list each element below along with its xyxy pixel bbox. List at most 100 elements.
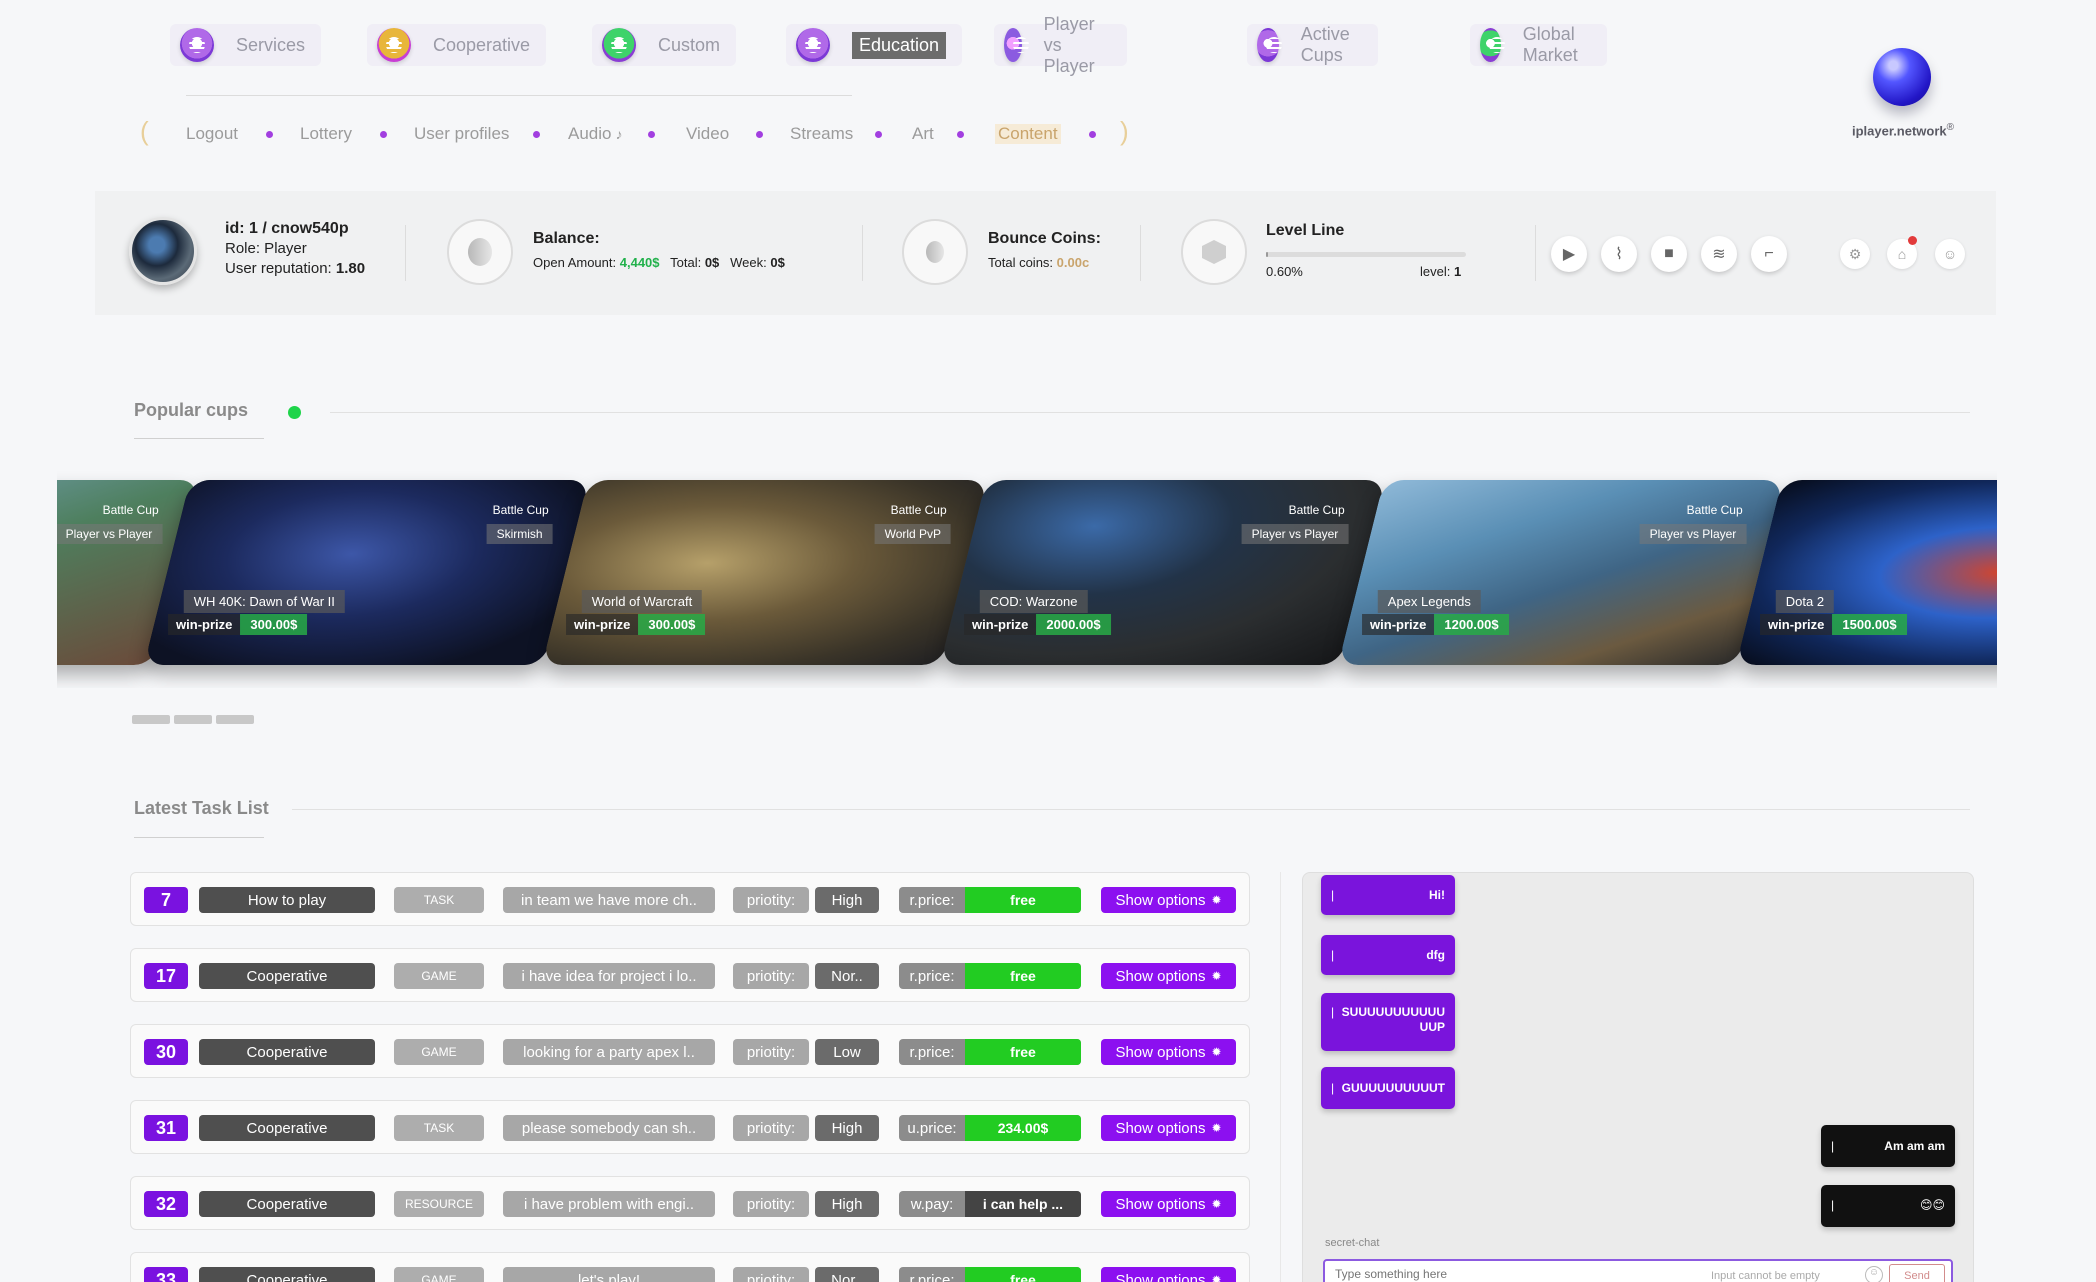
users-icon[interactable]: ☺ — [1935, 239, 1965, 269]
show-options-button[interactable]: Show options ✹ — [1101, 1039, 1236, 1065]
table-row[interactable]: 32 Cooperative RESOURCE i have problem w… — [130, 1176, 1250, 1230]
avatar[interactable] — [129, 217, 197, 285]
cup-card[interactable]: Battle Cup Player vs Player Apex Legends… — [1337, 480, 1785, 665]
site-logo[interactable]: iplayer.network® — [1852, 40, 1954, 139]
message-cursor: | — [1831, 1139, 1835, 1153]
priority-value: Nor.. — [815, 1267, 879, 1282]
send-button[interactable]: Send — [1889, 1264, 1945, 1282]
education-icon — [796, 28, 830, 62]
nav-services[interactable]: Services — [170, 24, 322, 66]
task-category: Cooperative — [199, 1039, 375, 1065]
stop-icon[interactable]: ■ — [1651, 236, 1687, 272]
subnav-content[interactable]: Content — [995, 124, 1061, 144]
cup-type: Battle Cup — [890, 503, 947, 517]
gear-icon: ✹ — [1211, 969, 1222, 983]
table-row[interactable]: 33 Cooperative GAME let's play! priotity… — [130, 1252, 1250, 1282]
subnav-logout[interactable]: Logout — [186, 124, 238, 144]
task-price: r.price: free — [899, 1039, 1081, 1065]
task-price: r.price: free — [899, 1267, 1081, 1282]
emoji-icon[interactable]: ☺ — [1865, 1266, 1883, 1282]
nav-education[interactable]: Education — [786, 24, 963, 66]
level-title: Level Line — [1266, 222, 1345, 239]
chat-input[interactable] — [1335, 1267, 1675, 1281]
nav-label: Active Cups — [1300, 24, 1350, 65]
pulse-icon[interactable]: ⌇ — [1601, 236, 1637, 272]
task-list-title: Latest Task List — [134, 798, 269, 818]
cup-type: Battle Cup — [1686, 503, 1743, 517]
level-progress-bar — [1266, 252, 1466, 257]
table-row[interactable]: 30 Cooperative GAME looking for a party … — [130, 1024, 1250, 1078]
options-label: Show options — [1115, 1271, 1206, 1282]
task-price: w.pay: i can help ... — [899, 1191, 1081, 1217]
nav-cooperative[interactable]: Cooperative — [367, 24, 547, 66]
message-text: SUUUUUUUUUUUUUP — [1341, 1005, 1445, 1034]
prize-value: 2000.00$ — [1036, 614, 1111, 635]
separator-dot — [266, 131, 273, 138]
cup-card[interactable]: Battle Cup Player vs Player COD: Warzone… — [939, 480, 1387, 665]
cup-game: WH 40K: Dawn of War II — [183, 590, 345, 613]
show-options-button[interactable]: Show options ✹ — [1101, 1191, 1236, 1217]
pager-dot[interactable] — [174, 715, 212, 724]
nav-active-cups[interactable]: Active Cups — [1247, 24, 1379, 66]
separator-dot — [380, 131, 387, 138]
table-row[interactable]: 17 Cooperative GAME i have idea for proj… — [130, 948, 1250, 1002]
task-number: 33 — [144, 1267, 188, 1282]
bracket-close: ) — [1120, 116, 1129, 146]
cup-card[interactable]: Battle Cup Skirmish WH 40K: Dawn of War … — [143, 480, 591, 665]
options-label: Show options — [1115, 1043, 1206, 1061]
nav-global-market[interactable]: Global Market — [1470, 24, 1607, 66]
bounce-coin-icon — [902, 219, 968, 285]
prize-value: 300.00$ — [240, 614, 308, 635]
table-row[interactable]: 7 How to play TASK in team we have more … — [130, 872, 1250, 926]
cup-card[interactable]: Battle Cup World PvP World of Warcraft w… — [541, 480, 989, 665]
coins-icon[interactable]: ≋ — [1701, 236, 1737, 272]
cup-mode: Player vs Player — [1639, 524, 1747, 544]
cup-card[interactable]: Dota 2 win-prize 1500.00$ — [1735, 480, 1997, 665]
total-coins-label: Total coins: — [988, 255, 1054, 270]
logo-text: iplayer.network — [1852, 123, 1947, 139]
task-description: i have idea for project i lo.. — [503, 963, 715, 989]
cup-game: Apex Legends — [1377, 590, 1481, 613]
priority-value: High — [815, 1115, 879, 1141]
priority-label: priotity: — [733, 1191, 809, 1217]
gun-icon[interactable]: ⌐ — [1751, 236, 1787, 272]
subnav-streams[interactable]: Streams — [790, 124, 853, 144]
title-underline — [134, 438, 264, 439]
table-row[interactable]: 31 Cooperative TASK please somebody can … — [130, 1100, 1250, 1154]
cup-prize: win-prize 300.00$ — [168, 614, 308, 635]
custom-icon — [602, 28, 636, 62]
task-type: GAME — [394, 1039, 484, 1065]
cup-prize: win-prize 1500.00$ — [1760, 614, 1907, 635]
total-value: 0$ — [704, 255, 720, 270]
show-options-button[interactable]: Show options ✹ — [1101, 963, 1236, 989]
message-text: 😊😊 — [1919, 1198, 1945, 1212]
task-category: How to play — [199, 887, 375, 913]
message-cursor: | — [1831, 1198, 1835, 1212]
user-role: Role: Player — [225, 240, 307, 257]
subnav-lottery[interactable]: Lottery — [300, 124, 352, 144]
prize-value: 1500.00$ — [1832, 614, 1907, 635]
subnav-user-profiles[interactable]: User profiles — [414, 124, 509, 144]
priority-label: priotity: — [733, 1267, 809, 1282]
chat-input-box: Input cannot be empty ☺ Send — [1323, 1259, 1953, 1282]
nav-player-vs-player[interactable]: Player vs Player — [994, 14, 1128, 76]
cups-carousel: Battle Cup Player vs Player Battle Cup S… — [57, 468, 1997, 688]
nav-custom[interactable]: Custom — [592, 24, 737, 66]
play-icon[interactable]: ▶ — [1551, 236, 1587, 272]
show-options-button[interactable]: Show options ✹ — [1101, 887, 1236, 913]
pager-dot[interactable] — [132, 715, 170, 724]
divider — [862, 225, 863, 281]
user-info: id: 1 / cnow540p Role: Player User reput… — [225, 219, 365, 279]
subnav-art[interactable]: Art — [912, 124, 934, 144]
logo-name: iplayer.network® — [1852, 122, 1954, 139]
show-options-button[interactable]: Show options ✹ — [1101, 1267, 1236, 1282]
home-icon[interactable]: ⌂ — [1887, 236, 1917, 269]
gear-icon[interactable]: ⚙ — [1840, 239, 1870, 269]
subnav-audio[interactable]: Audio ♪ — [568, 124, 622, 144]
pager-dot[interactable] — [216, 715, 254, 724]
priority-label: priotity: — [733, 1039, 809, 1065]
open-amount-value: 4,440$ — [619, 255, 660, 270]
chat-message: | Am am am — [1821, 1125, 1955, 1167]
subnav-video[interactable]: Video — [686, 124, 729, 144]
show-options-button[interactable]: Show options ✹ — [1101, 1115, 1236, 1141]
